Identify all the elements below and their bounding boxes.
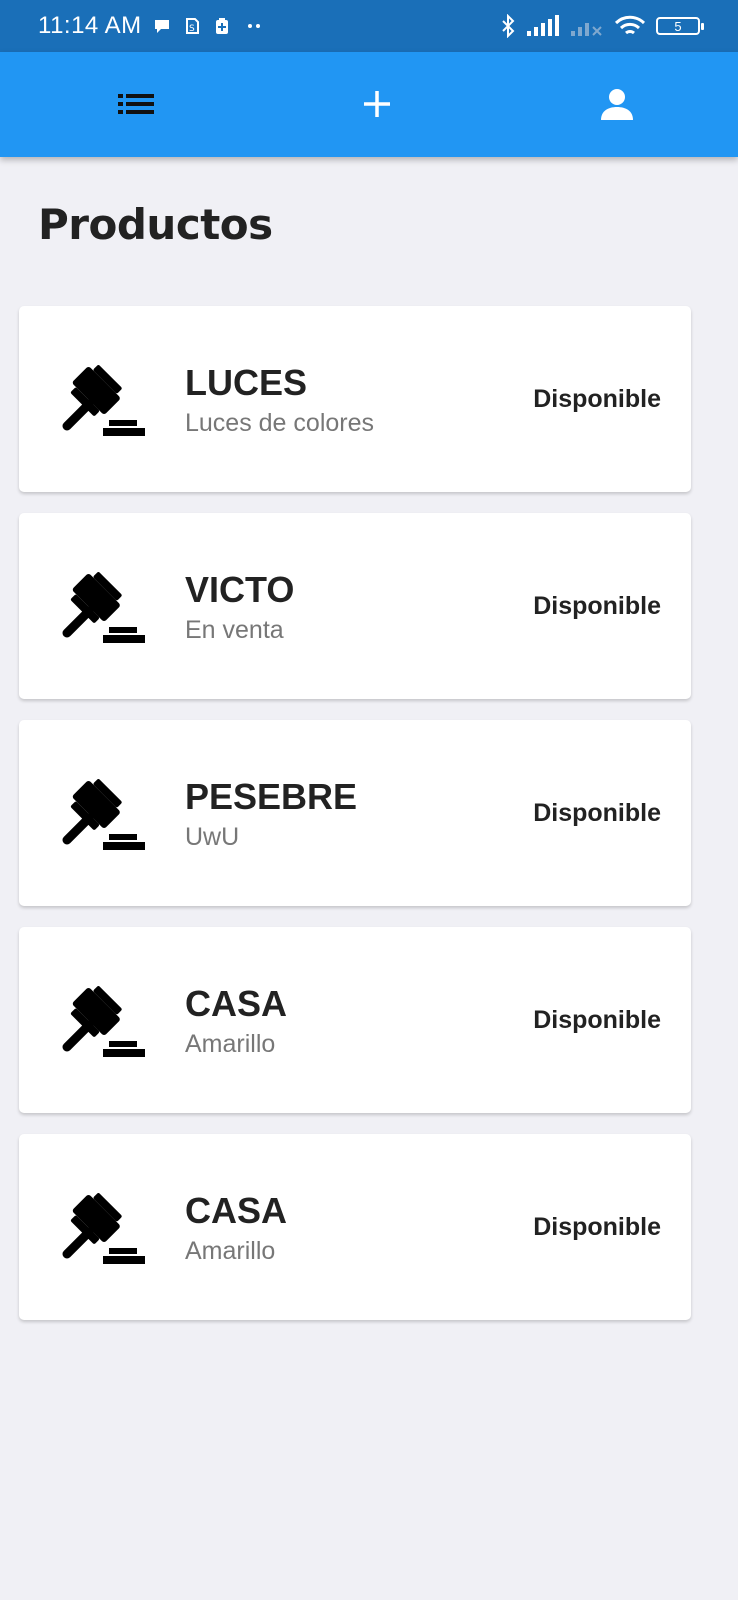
product-status: Disponible xyxy=(533,799,661,827)
product-name: PESEBRE xyxy=(185,776,358,817)
status-bar: 11:14 AM S 5 xyxy=(0,0,738,52)
signal-no-service-icon xyxy=(570,15,604,37)
battery-level: 5 xyxy=(674,18,682,34)
app-bar xyxy=(0,52,738,157)
bluetooth-icon xyxy=(500,14,516,38)
product-name: CASA xyxy=(185,983,288,1024)
person-icon xyxy=(600,87,634,126)
add-icon xyxy=(362,89,392,124)
product-card[interactable]: PESEBRE UwU Disponible xyxy=(19,720,691,906)
gavel-icon xyxy=(59,778,145,850)
product-name: LUCES xyxy=(185,362,308,403)
product-name: VICTO xyxy=(185,569,295,610)
product-status: Disponible xyxy=(533,385,661,413)
list-button[interactable] xyxy=(112,82,160,130)
product-card[interactable]: VICTO En venta Disponible xyxy=(19,513,691,699)
battery-icon: 5 xyxy=(656,17,704,35)
sim-icon: S xyxy=(182,16,202,36)
gavel-icon xyxy=(59,985,145,1057)
product-description: Amarillo xyxy=(185,1030,276,1058)
wifi-icon xyxy=(614,14,646,38)
gavel-icon xyxy=(59,364,145,436)
product-card[interactable]: CASA Amarillo Disponible xyxy=(19,1134,691,1320)
status-bar-left: 11:14 AM S xyxy=(38,12,266,40)
product-status: Disponible xyxy=(533,1006,661,1034)
chat-bubble-icon xyxy=(152,16,172,36)
product-card[interactable]: CASA Amarillo Disponible xyxy=(19,927,691,1113)
gavel-icon xyxy=(59,571,145,643)
clock: 11:14 AM xyxy=(38,12,142,39)
profile-button[interactable] xyxy=(593,82,641,130)
product-status: Disponible xyxy=(533,592,661,620)
product-name: CASA xyxy=(185,1190,288,1231)
battery-saver-icon xyxy=(212,16,232,36)
product-description: UwU xyxy=(185,823,240,851)
product-list: LUCES Luces de colores Disponible VICTO … xyxy=(19,306,691,1341)
product-description: Amarillo xyxy=(185,1237,276,1265)
status-bar-right: 5 xyxy=(500,14,704,38)
svg-text:S: S xyxy=(189,24,195,34)
add-button[interactable] xyxy=(353,82,401,130)
product-description: Luces de colores xyxy=(185,409,375,437)
product-card[interactable]: LUCES Luces de colores Disponible xyxy=(19,306,691,492)
product-status: Disponible xyxy=(533,1213,661,1241)
page-title: Productos xyxy=(38,200,273,249)
signal-icon xyxy=(526,15,560,37)
dots-icon xyxy=(242,16,266,36)
list-icon xyxy=(118,93,154,120)
gavel-icon xyxy=(59,1192,145,1264)
product-description: En venta xyxy=(185,616,284,644)
